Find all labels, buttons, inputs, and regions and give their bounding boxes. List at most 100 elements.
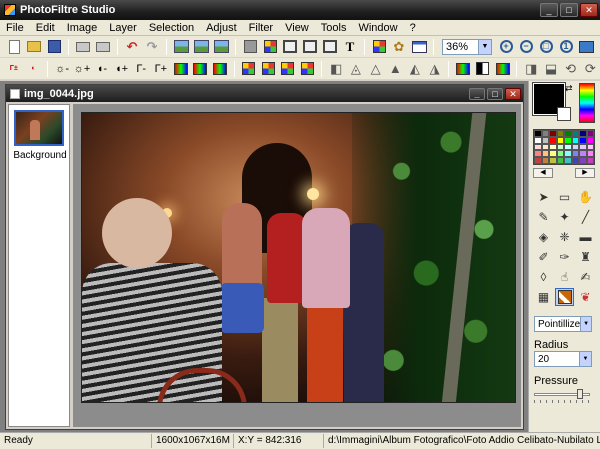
menu-view[interactable]: View bbox=[279, 22, 315, 34]
undo-button[interactable]: ↶ bbox=[124, 39, 140, 55]
canvas-area[interactable] bbox=[73, 104, 521, 427]
pressure-slider[interactable] bbox=[534, 389, 592, 403]
print-button[interactable] bbox=[75, 39, 91, 55]
palette-swatch[interactable] bbox=[556, 157, 564, 164]
menu-window[interactable]: Window bbox=[352, 22, 403, 34]
brightness-plus-button[interactable]: ☼+ bbox=[74, 61, 91, 77]
filter-grid-3-button[interactable] bbox=[280, 61, 296, 77]
palette-swatch[interactable] bbox=[571, 157, 579, 164]
palette-swatch[interactable] bbox=[534, 150, 542, 158]
filter-grid-2-button[interactable] bbox=[260, 61, 276, 77]
zoom-out-button[interactable]: − bbox=[518, 39, 534, 55]
radius-select[interactable]: 20 ▼ bbox=[534, 351, 592, 367]
print-preview-button[interactable] bbox=[95, 39, 111, 55]
palette-swatch[interactable] bbox=[579, 150, 587, 158]
palette-swatch[interactable] bbox=[549, 130, 557, 137]
palette-swatch[interactable] bbox=[579, 143, 587, 151]
image-maximize-button[interactable]: □ bbox=[487, 87, 503, 100]
saturation-minus-button[interactable] bbox=[173, 61, 189, 77]
shape-tool[interactable]: ❦ bbox=[576, 288, 595, 306]
image-window-titlebar[interactable]: img_0044.jpg _ □ ✕ bbox=[6, 85, 523, 102]
pattern-tool[interactable]: ▦ bbox=[534, 288, 553, 306]
menu-layer[interactable]: Layer bbox=[103, 22, 143, 34]
blur-button[interactable]: ◬ bbox=[348, 61, 364, 77]
rotate-right-button[interactable]: ⟳ bbox=[582, 61, 598, 77]
palette-swatch[interactable] bbox=[586, 157, 594, 164]
filter-style-select[interactable]: Pointillize ▼ bbox=[534, 316, 592, 332]
zoom-in-button[interactable]: + bbox=[498, 39, 514, 55]
minimize-button[interactable]: _ bbox=[540, 3, 558, 17]
text-button[interactable]: T bbox=[342, 39, 358, 55]
palette-swatch[interactable] bbox=[534, 143, 542, 151]
auto-levels-button[interactable]: Γ± bbox=[6, 61, 22, 77]
mirror-button[interactable]: ◧ bbox=[328, 61, 344, 77]
close-button[interactable]: ✕ bbox=[580, 3, 598, 17]
selection-tool[interactable]: ▭ bbox=[555, 188, 574, 206]
swap-colors-icon[interactable]: ⇄ bbox=[565, 83, 573, 94]
color-balance-button[interactable] bbox=[495, 61, 511, 77]
palette-swatch[interactable] bbox=[564, 150, 572, 158]
filter-grid-4-button[interactable] bbox=[300, 61, 316, 77]
canvas-size-button[interactable] bbox=[213, 39, 229, 55]
palette-swatch[interactable] bbox=[564, 136, 572, 144]
image-window[interactable]: img_0044.jpg _ □ ✕ Background bbox=[5, 84, 524, 430]
paste-as-image-button[interactable] bbox=[173, 39, 189, 55]
window-button[interactable] bbox=[411, 39, 427, 55]
eraser-tool[interactable]: ▬ bbox=[576, 228, 595, 246]
menu-help[interactable]: ? bbox=[404, 22, 422, 34]
palette-swatch[interactable] bbox=[571, 150, 579, 158]
emboss-button[interactable]: ◮ bbox=[427, 61, 443, 77]
background-color-swatch[interactable] bbox=[557, 107, 571, 121]
hand-tool[interactable]: ✋ bbox=[576, 188, 595, 206]
palette-swatch[interactable] bbox=[541, 150, 549, 158]
fit-window-button[interactable]: □ bbox=[538, 39, 554, 55]
palette-swatch[interactable] bbox=[534, 136, 542, 144]
palette-swatch[interactable] bbox=[541, 157, 549, 164]
saturation-plus-button[interactable] bbox=[192, 61, 208, 77]
palette-swatch[interactable] bbox=[579, 130, 587, 137]
brightness-minus-button[interactable]: ☼- bbox=[54, 61, 70, 77]
menu-edit[interactable]: Edit bbox=[30, 22, 61, 34]
portrait-button[interactable] bbox=[302, 39, 318, 55]
palette-swatch[interactable] bbox=[564, 143, 572, 151]
palette-swatch[interactable] bbox=[549, 143, 557, 151]
gradient-button[interactable] bbox=[455, 61, 471, 77]
rotate-left-button[interactable]: ⟲ bbox=[563, 61, 579, 77]
palette-swatch[interactable] bbox=[579, 157, 587, 164]
palette-next-button[interactable]: ▶ bbox=[575, 168, 595, 178]
blur-tool[interactable]: ◊ bbox=[534, 268, 553, 286]
palette-swatch[interactable] bbox=[571, 130, 579, 137]
layer-thumbnail[interactable] bbox=[14, 110, 64, 146]
image-close-button[interactable]: ✕ bbox=[505, 87, 521, 100]
tree-button[interactable] bbox=[371, 39, 387, 55]
palette-swatch[interactable] bbox=[541, 136, 549, 144]
palette-swatch[interactable] bbox=[556, 130, 564, 137]
brush-tool[interactable]: ✐ bbox=[534, 248, 553, 266]
frame-button[interactable] bbox=[282, 39, 298, 55]
spray-tool[interactable]: ❈ bbox=[555, 228, 574, 246]
image-size-button[interactable] bbox=[193, 39, 209, 55]
open-file-button[interactable] bbox=[26, 39, 42, 55]
stamp-tool[interactable]: ♜ bbox=[576, 248, 595, 266]
soften-button[interactable]: △ bbox=[368, 61, 384, 77]
auto-contrast-button[interactable]: ◐ bbox=[26, 61, 42, 77]
pointer-tool[interactable]: ➤ bbox=[534, 188, 553, 206]
flip-vertical-button[interactable]: ⬓ bbox=[543, 61, 559, 77]
fill-tool[interactable]: ◈ bbox=[534, 228, 553, 246]
new-file-button[interactable] bbox=[6, 39, 22, 55]
palette-swatch[interactable] bbox=[556, 136, 564, 144]
plugins-button[interactable]: ✿ bbox=[391, 39, 407, 55]
eyedropper-tool[interactable]: ✎ bbox=[534, 208, 553, 226]
menu-filter[interactable]: Filter bbox=[243, 22, 279, 34]
sharpen-more-button[interactable]: ◭ bbox=[407, 61, 423, 77]
clone-tool[interactable]: ✍ bbox=[576, 268, 595, 286]
crop-button[interactable] bbox=[322, 39, 338, 55]
color-palette[interactable] bbox=[533, 129, 595, 165]
menu-image[interactable]: Image bbox=[61, 22, 104, 34]
palette-swatch[interactable] bbox=[564, 130, 572, 137]
filter-grid-1-button[interactable] bbox=[241, 61, 257, 77]
artistic-brush-tool[interactable] bbox=[555, 288, 574, 306]
palette-swatch[interactable] bbox=[549, 150, 557, 158]
contrast-minus-button[interactable]: ◖- bbox=[94, 61, 110, 77]
palette-swatch[interactable] bbox=[586, 143, 594, 151]
